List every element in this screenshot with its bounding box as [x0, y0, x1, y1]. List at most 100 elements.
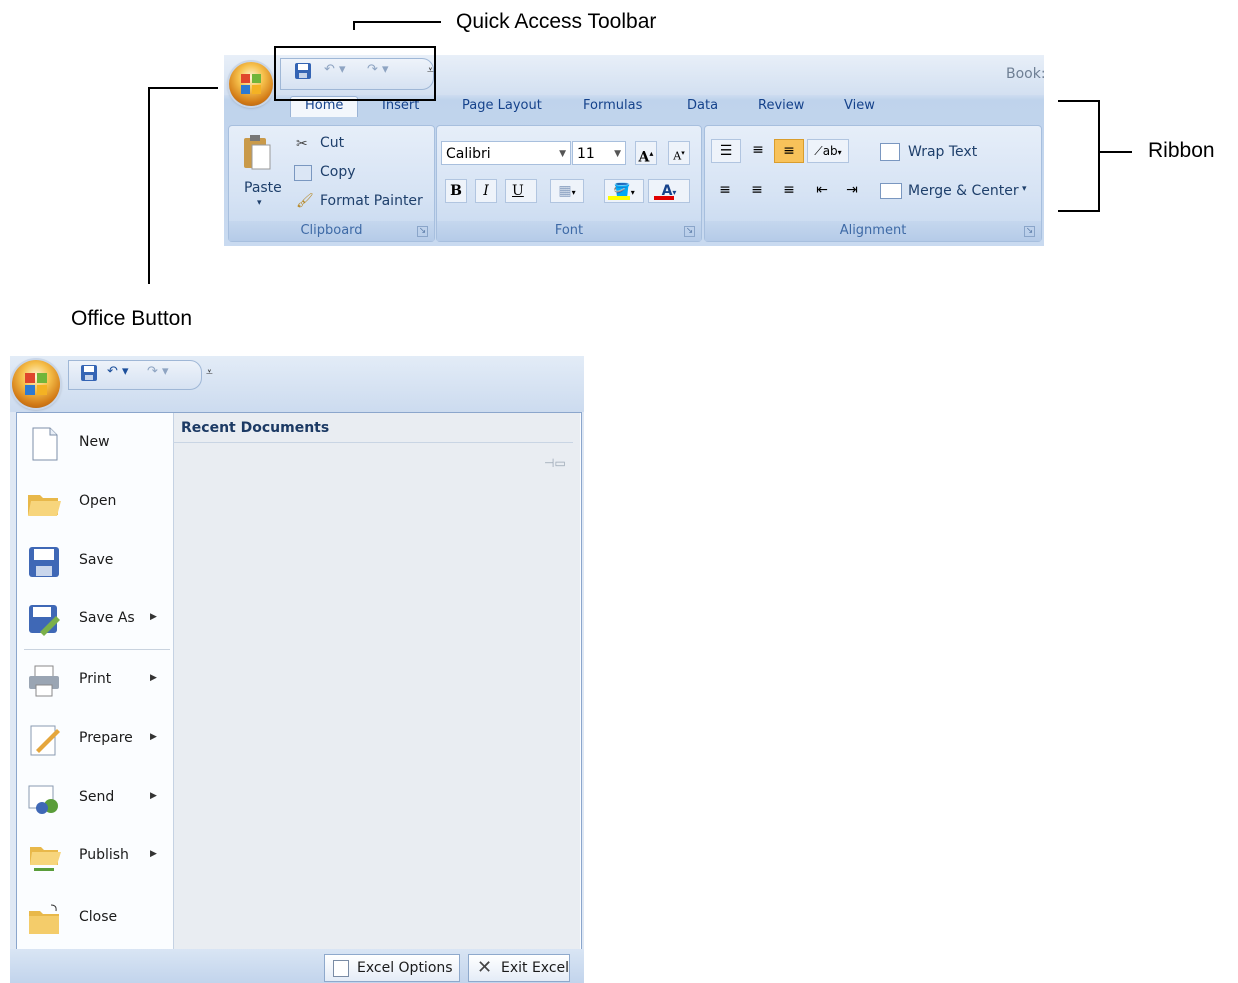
menu-item-label: Save As — [79, 610, 135, 626]
fill-color-swatch — [608, 196, 630, 200]
font-size-value: 11 — [577, 146, 595, 162]
qat-undo-button[interactable]: ↶ ▾ — [107, 364, 129, 379]
shrink-font-button[interactable]: A▾ — [668, 141, 690, 165]
underline-button[interactable]: U — [505, 179, 537, 203]
copy-button[interactable]: Copy — [320, 164, 356, 180]
menu-item-send[interactable]: Send ▶ — [24, 773, 169, 825]
excel-options-label: Excel Options — [357, 960, 453, 976]
merge-dropdown-icon[interactable]: ▾ — [1022, 184, 1027, 194]
exit-excel-label: Exit Excel — [501, 960, 570, 976]
align-middle-button[interactable]: ≡ — [743, 139, 773, 163]
undo-icon: ↶ — [107, 364, 118, 379]
pin-icon[interactable]: ⊣▭ — [544, 456, 566, 470]
fill-color-button[interactable]: 🪣▾ — [604, 179, 644, 203]
qat-highlight-box — [274, 46, 436, 101]
menu-item-save[interactable]: Save — [24, 536, 169, 588]
grow-font-icon: A — [638, 149, 650, 166]
align-left-icon: ≡ — [719, 182, 731, 198]
ribbon-bracket-vertical — [1098, 100, 1100, 212]
paste-dropdown-icon[interactable]: ▾ — [257, 198, 262, 208]
paste-button[interactable] — [242, 133, 272, 175]
tab-view[interactable]: View — [844, 98, 875, 113]
send-icon — [28, 785, 58, 814]
close-folder-icon — [29, 904, 59, 934]
tab-review[interactable]: Review — [758, 98, 804, 113]
borders-button[interactable]: ▦▾ — [550, 179, 584, 203]
italic-button[interactable]: I — [475, 179, 497, 203]
menu-item-label: New — [79, 434, 110, 450]
font-name-value: Calibri — [446, 146, 491, 162]
font-name-select[interactable]: Calibri ▼ — [441, 141, 571, 165]
exit-excel-button[interactable]: ✕ Exit Excel — [468, 954, 570, 982]
ribbon-leader-line — [1100, 151, 1132, 153]
menu-item-close[interactable]: Close — [24, 893, 169, 945]
menu-item-save-as[interactable]: Save As ▶ — [24, 594, 169, 646]
open-folder-icon — [28, 495, 61, 516]
scissors-icon: ✂ — [296, 136, 308, 152]
align-left-button[interactable]: ≡ — [711, 179, 739, 203]
clipboard-dialog-launcher-icon[interactable]: ↘ — [417, 226, 428, 237]
decrease-indent-icon: ⇤ — [816, 182, 828, 198]
align-center-button[interactable]: ≡ — [743, 179, 771, 203]
recent-documents-title: Recent Documents — [181, 420, 330, 436]
office-button-open[interactable] — [12, 360, 60, 408]
align-top-icon: ☰ — [719, 143, 733, 159]
submenu-arrow-icon: ▶ — [150, 849, 157, 859]
office-menu-screenshot: ↶ ▾ ↷ ▾ ⩡ Recent Documents ⊣▭ New Open S… — [10, 356, 584, 983]
format-painter-button[interactable]: Format Painter — [320, 193, 423, 209]
bold-button[interactable]: B — [445, 179, 467, 203]
cut-button[interactable]: Cut — [320, 135, 344, 151]
menu-item-label: Print — [79, 671, 112, 687]
printer-icon — [29, 665, 59, 697]
excel-options-button[interactable]: Excel Options — [324, 954, 460, 982]
align-right-button[interactable]: ≡ — [775, 179, 803, 203]
align-middle-icon: ≡ — [752, 142, 764, 158]
tab-formulas[interactable]: Formulas — [583, 98, 642, 113]
align-top-button[interactable]: ☰ — [711, 139, 741, 163]
increase-indent-button[interactable]: ⇥ — [838, 179, 866, 203]
wrap-text-icon — [880, 143, 900, 161]
tab-page-layout[interactable]: Page Layout — [462, 98, 542, 113]
menu-item-label: Publish — [79, 847, 129, 863]
office-button[interactable] — [229, 62, 273, 106]
office-leader-vertical — [148, 87, 150, 284]
font-dialog-launcher-icon[interactable]: ↘ — [684, 226, 695, 237]
align-bottom-button[interactable]: ≡ — [774, 139, 804, 163]
save-disk-icon — [81, 365, 97, 381]
orientation-button[interactable]: ⟋ab▾ — [807, 139, 849, 163]
menu-item-print[interactable]: Print ▶ — [24, 655, 169, 707]
menu-item-label: Close — [79, 909, 118, 925]
menu-item-label: Prepare — [79, 730, 133, 746]
text-orientation-icon: ⟋ab — [814, 144, 838, 158]
qat-redo-button[interactable]: ↷ ▾ — [147, 364, 169, 379]
increase-indent-icon: ⇥ — [846, 182, 858, 198]
menu-item-prepare[interactable]: Prepare ▶ — [24, 714, 169, 766]
font-size-select[interactable]: 11 ▼ — [572, 141, 626, 165]
qat-save-button[interactable] — [80, 364, 98, 386]
office-logo-icon — [241, 74, 261, 94]
alignment-dialog-launcher-icon[interactable]: ↘ — [1024, 226, 1035, 237]
qat-leader-line — [353, 21, 441, 23]
paste-label: Paste — [244, 180, 282, 196]
merge-center-button[interactable]: Merge & Center — [908, 183, 1019, 199]
tab-data[interactable]: Data — [687, 98, 718, 113]
exit-x-icon: ✕ — [477, 957, 493, 978]
copy-icon — [294, 165, 312, 181]
grow-font-button[interactable]: A▴ — [635, 141, 657, 166]
new-document-icon — [32, 427, 58, 461]
save-disk-icon — [29, 547, 59, 577]
align-bottom-icon: ≡ — [783, 143, 795, 159]
decrease-indent-button[interactable]: ⇤ — [808, 179, 836, 203]
menu-item-open[interactable]: Open — [24, 477, 169, 529]
recent-documents-divider — [173, 442, 573, 443]
menu-item-label: Send — [79, 789, 115, 805]
menu-item-publish[interactable]: Publish ▶ — [24, 831, 169, 883]
submenu-arrow-icon: ▶ — [150, 732, 157, 742]
office-leader-horizontal — [148, 87, 218, 89]
menu-item-new[interactable]: New — [24, 418, 169, 470]
qat-customize-button[interactable]: ⩡ — [206, 365, 213, 380]
wrap-text-button[interactable]: Wrap Text — [908, 144, 977, 160]
quick-access-toolbar-callout: Quick Access Toolbar — [456, 10, 657, 33]
format-painter-icon: 🖌 — [296, 193, 314, 209]
font-color-button[interactable]: A▾ — [648, 179, 690, 203]
